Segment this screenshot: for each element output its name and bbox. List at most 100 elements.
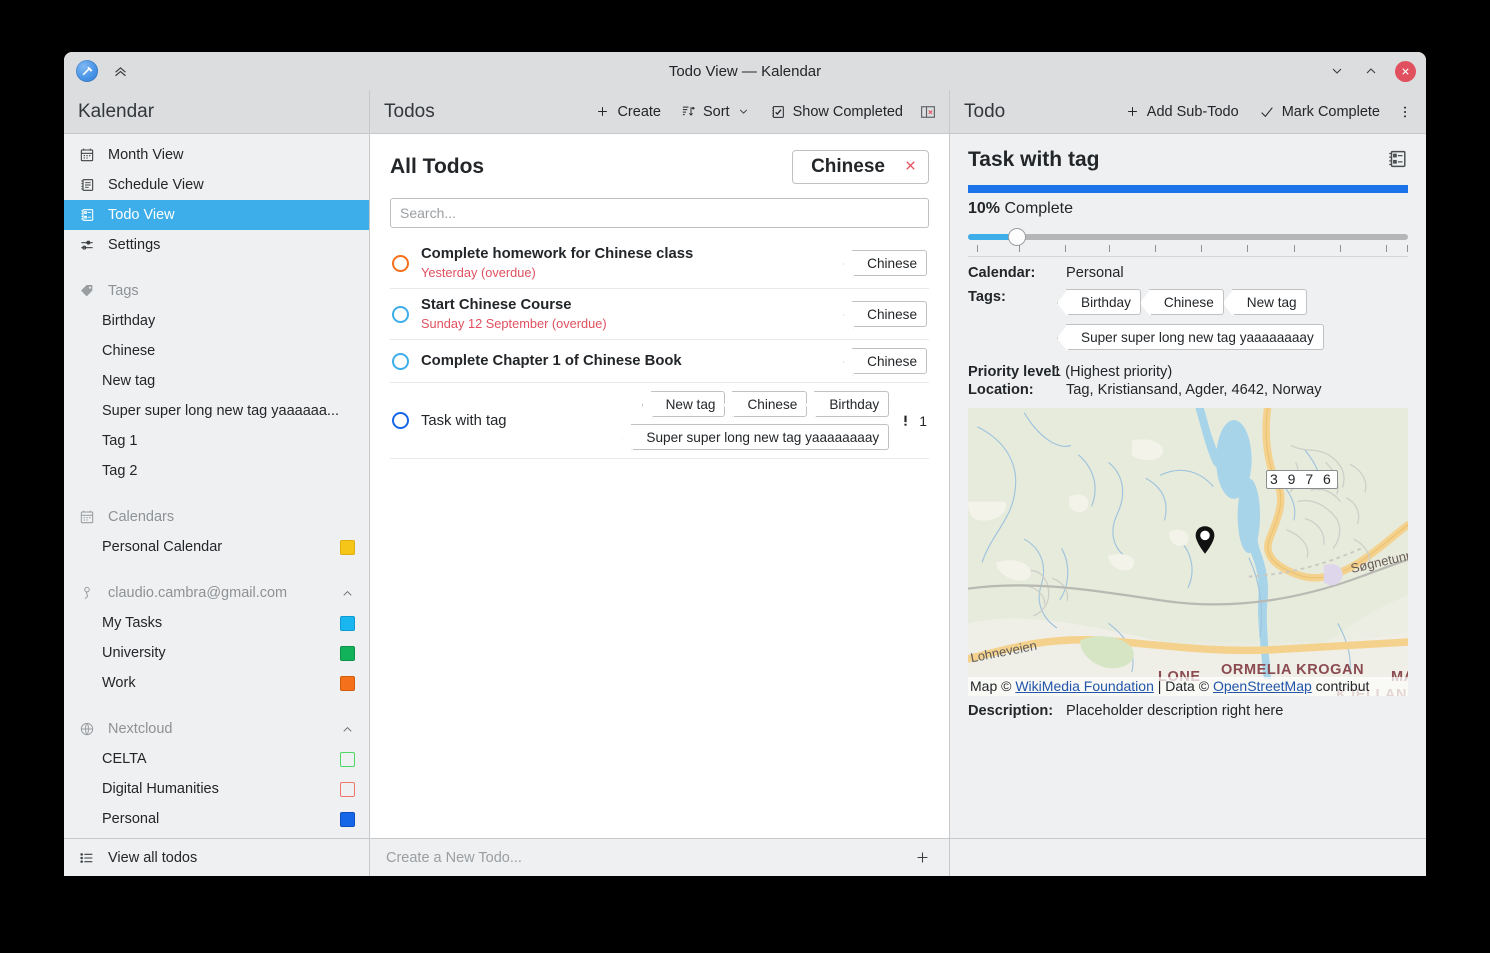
todo-tag[interactable]: Chinese: [852, 250, 927, 276]
todo-detail-icon[interactable]: [1386, 148, 1408, 175]
section-header-nextcloud[interactable]: Nextcloud: [64, 714, 369, 744]
create-button[interactable]: Create: [587, 100, 669, 124]
footer-right-spacer: [950, 839, 1426, 876]
todo-content: Complete Chapter 1 of Chinese Book: [421, 353, 840, 369]
todo-checkbox[interactable]: [392, 352, 409, 370]
color-swatch[interactable]: [340, 539, 355, 555]
todo-checkbox[interactable]: [392, 254, 409, 272]
todo-row[interactable]: Complete Chapter 1 of Chinese Book Chine…: [390, 340, 929, 383]
app-window: Todo View — Kalendar Kalendar Todos Crea…: [64, 52, 1426, 876]
calendar-label: Personal Calendar: [102, 539, 223, 555]
double-chevron-up-icon[interactable]: [110, 61, 130, 81]
right-title: Todo: [964, 100, 1006, 122]
location-map[interactable]: 3 9 7 6 Søgnetunn Lohneveien LONE ORMELI…: [968, 408, 1408, 696]
detail-tag[interactable]: Chinese: [1148, 289, 1224, 315]
sidebar-calendar-personal-calendar[interactable]: Personal Calendar: [64, 532, 369, 562]
todo-list-top: All Todos Chinese: [370, 134, 949, 228]
sidebar: Month View Schedule View Todo View Setti…: [64, 134, 370, 838]
color-swatch[interactable]: [340, 645, 355, 661]
close-panel-icon[interactable]: [915, 99, 941, 125]
minimize-button[interactable]: [1327, 61, 1347, 81]
todo-row[interactable]: Complete homework for Chinese class Yest…: [390, 238, 929, 289]
todo-tag[interactable]: Super super long new tag yaaaaaaaay: [631, 424, 890, 450]
todo-list-icon: [78, 206, 96, 224]
color-swatch[interactable]: [340, 781, 355, 797]
sidebar-calendar-my-tasks[interactable]: My Tasks: [64, 608, 369, 638]
detail-description: Description: Placeholder description rig…: [968, 703, 1408, 719]
sidebar-calendar-personal[interactable]: Personal: [64, 804, 369, 834]
sidebar-item-settings[interactable]: Settings: [64, 230, 369, 260]
chevron-up-icon[interactable]: [340, 586, 355, 601]
sidebar-tag-birthday[interactable]: Birthday: [64, 306, 369, 336]
sidebar-item-schedule-view[interactable]: Schedule View: [64, 170, 369, 200]
attribution-separator: | Data ©: [1153, 678, 1213, 694]
schedule-icon: [78, 176, 96, 194]
sidebar-item-month-view[interactable]: Month View: [64, 140, 369, 170]
sliders-icon: [78, 236, 96, 254]
sidebar-calendar-digital-humanities[interactable]: Digital Humanities: [64, 774, 369, 804]
sidebar-tag-new-tag[interactable]: New tag: [64, 366, 369, 396]
calendar-label: Work: [102, 675, 136, 691]
view-all-todos-button[interactable]: View all todos: [64, 839, 370, 876]
todo-tag[interactable]: Chinese: [852, 348, 927, 374]
route-shield: 3 9 7 6: [1266, 470, 1338, 489]
footer-bar: View all todos: [64, 838, 1426, 876]
progress-slider[interactable]: [968, 226, 1408, 252]
close-icon[interactable]: [903, 158, 918, 176]
todo-tag[interactable]: Birthday: [814, 391, 890, 417]
new-todo-input[interactable]: [384, 848, 909, 867]
slider-handle[interactable]: [1007, 228, 1026, 246]
detail-tag[interactable]: Super super long new tag yaaaaaaaay: [1066, 324, 1324, 350]
slider-track: [968, 234, 1408, 240]
todo-meta: Chinese: [852, 348, 927, 374]
todo-tag[interactable]: New tag: [650, 391, 726, 417]
maximize-button[interactable]: [1361, 61, 1381, 81]
plus-icon[interactable]: [909, 845, 935, 871]
sidebar-calendar-university[interactable]: University: [64, 638, 369, 668]
todo-row[interactable]: Task with tag New tag Chinese Birthday S…: [390, 383, 929, 459]
chevron-up-icon[interactable]: [340, 722, 355, 737]
sidebar-item-todo-view[interactable]: Todo View: [64, 200, 369, 230]
tag-label: Tag 2: [102, 463, 138, 479]
detail-label: Calendar:: [968, 265, 1036, 281]
search-input[interactable]: [390, 198, 929, 228]
openstreetmap-link[interactable]: OpenStreetMap: [1213, 678, 1312, 694]
sidebar-tag-tag-1[interactable]: Tag 1: [64, 426, 369, 456]
progress-label: 10% Complete: [968, 200, 1408, 218]
todo-tag[interactable]: Chinese: [852, 301, 927, 327]
add-subtodo-button[interactable]: Add Sub-Todo: [1117, 100, 1247, 124]
wikimedia-link[interactable]: WikiMedia Foundation: [1015, 678, 1154, 694]
mark-complete-button[interactable]: Mark Complete: [1251, 100, 1388, 124]
color-swatch[interactable]: [340, 675, 355, 691]
todo-tag[interactable]: Chinese: [732, 391, 808, 417]
todo-tag-list: New tag Chinese Birthday Super super lon…: [589, 391, 890, 450]
active-filter-chip[interactable]: Chinese: [792, 150, 929, 184]
color-swatch[interactable]: [340, 811, 355, 827]
color-swatch[interactable]: [340, 751, 355, 767]
detail-label: Location:: [968, 382, 1034, 398]
detail-tag[interactable]: Birthday: [1066, 289, 1141, 315]
section-title: Tags: [108, 283, 139, 299]
calendar-icon: [78, 146, 96, 164]
detail-tag[interactable]: New tag: [1231, 289, 1307, 315]
calendar-label: CELTA: [102, 751, 147, 767]
section-header-tags[interactable]: Tags: [64, 276, 369, 306]
color-swatch[interactable]: [340, 615, 355, 631]
sidebar-tag-tag-2[interactable]: Tag 2: [64, 456, 369, 486]
section-header-account[interactable]: claudio.cambra@gmail.com: [64, 578, 369, 608]
sidebar-tag-super-long[interactable]: Super super long new tag yaaaaaa...: [64, 396, 369, 426]
section-header-calendars[interactable]: Calendars: [64, 502, 369, 532]
close-button[interactable]: [1395, 60, 1416, 82]
sidebar-tag-chinese[interactable]: Chinese: [64, 336, 369, 366]
more-vertical-icon[interactable]: [1392, 99, 1418, 125]
sidebar-calendar-work[interactable]: Work: [64, 668, 369, 698]
tag-label: Super super long new tag yaaaaaa...: [102, 403, 339, 419]
view-all-todos-label: View all todos: [108, 849, 198, 866]
todo-row[interactable]: Start Chinese Course Sunday 12 September…: [390, 289, 929, 340]
todo-checkbox[interactable]: [392, 305, 409, 323]
show-completed-button[interactable]: Show Completed: [762, 100, 911, 124]
todo-checkbox[interactable]: [392, 412, 409, 429]
sidebar-calendar-celta[interactable]: CELTA: [64, 744, 369, 774]
hammer-app-icon[interactable]: [76, 60, 98, 82]
sort-button[interactable]: Sort: [673, 100, 758, 124]
